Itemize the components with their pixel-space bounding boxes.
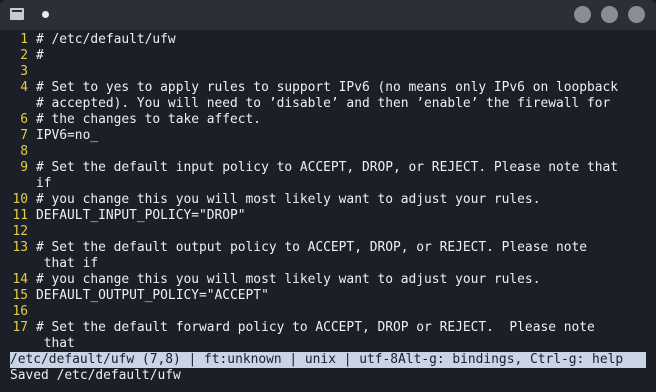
line-text: # /etc/default/ufw (36, 32, 176, 47)
editor-line[interactable]: # accepted). You will need to ’disable’ … (0, 96, 656, 112)
line-number: 2 (20, 48, 28, 63)
line-number: 12 (12, 224, 28, 239)
editor-line[interactable]: 8 (0, 144, 656, 160)
line-number: 1 (20, 32, 28, 47)
line-number: 13 (12, 240, 28, 255)
line-number: 4 (20, 80, 28, 95)
editor-line[interactable]: 17 # Set the default forward policy to AC… (0, 320, 656, 336)
line-text: IPV6=no_ (36, 128, 99, 143)
close-button[interactable] (628, 6, 645, 23)
line-text: that (36, 336, 75, 351)
editor-line[interactable]: 10 # you change this you will most likely… (0, 192, 656, 208)
line-text: DEFAULT_OUTPUT_POLICY="ACCEPT" (36, 288, 269, 303)
editor-line[interactable]: 15 DEFAULT_OUTPUT_POLICY="ACCEPT" (0, 288, 656, 304)
editor-line[interactable]: that if (0, 256, 656, 272)
line-text: that if (36, 256, 99, 271)
line-text: # you change this you will most likely w… (36, 192, 541, 207)
line-text: # Set the default forward policy to ACCE… (36, 320, 595, 335)
editor-line[interactable]: 16 (0, 304, 656, 320)
editor-line[interactable]: 13 # Set the default output policy to ACC… (0, 240, 656, 256)
editor-line[interactable]: 14 # you change this you will most likely… (0, 272, 656, 288)
editor-line[interactable]: 9 # Set the default input policy to ACCEP… (0, 160, 656, 176)
editor-line[interactable]: 11 DEFAULT_INPUT_POLICY="DROP" (0, 208, 656, 224)
line-number: 11 (12, 208, 28, 223)
editor-line[interactable]: 3 (0, 64, 656, 80)
line-number: 9 (20, 160, 28, 175)
editor-line[interactable]: 12 (0, 224, 656, 240)
line-text: # Set the default output policy to ACCEP… (36, 240, 588, 255)
terminal-window: 1 # /etc/default/ufw 2 #3 4 # Set to yes to a… (0, 0, 656, 392)
editor-line[interactable]: that (0, 336, 656, 352)
editor-line[interactable]: 6 # the changes to take affect. (0, 112, 656, 128)
line-number: 10 (12, 192, 28, 207)
unsaved-indicator-icon (42, 11, 49, 18)
line-text: # (36, 48, 44, 63)
line-text: # you change this you will most likely w… (36, 272, 541, 287)
line-number: 16 (12, 304, 28, 319)
terminal-icon (10, 8, 24, 20)
message-line: Saved /etc/default/ufw (10, 368, 181, 383)
editor-line[interactable]: 4 # Set to yes to apply rules to support … (0, 80, 656, 96)
maximize-button[interactable] (601, 6, 618, 23)
editor-line[interactable]: 2 # (0, 48, 656, 64)
line-number: 15 (12, 288, 28, 303)
line-number: 17 (12, 320, 28, 335)
line-text: # accepted). You will need to ’disable’ … (36, 96, 611, 111)
title-bar[interactable] (0, 0, 656, 30)
line-text: # Set to yes to apply rules to support I… (36, 80, 619, 95)
line-number: 14 (12, 272, 28, 287)
line-number: 3 (20, 64, 28, 79)
minimize-button[interactable] (574, 6, 591, 23)
line-text: # Set the default input policy to ACCEPT… (36, 160, 619, 175)
line-text: if (36, 176, 52, 191)
line-number: 8 (20, 144, 28, 159)
status-bar: /etc/default/ufw (7,8) | ft:unknown | un… (10, 352, 646, 368)
line-text: # the changes to take affect. (36, 112, 262, 127)
line-text: DEFAULT_INPUT_POLICY="DROP" (36, 208, 246, 223)
line-number: 6 (20, 112, 28, 127)
editor-line[interactable]: 1 # /etc/default/ufw (0, 32, 656, 48)
editor-buffer[interactable]: 1 # /etc/default/ufw 2 #3 4 # Set to yes to a… (0, 30, 656, 354)
line-number: 7 (20, 128, 28, 143)
editor-line[interactable]: 7 IPV6=no_ (0, 128, 656, 144)
editor-line[interactable]: if (0, 176, 656, 192)
